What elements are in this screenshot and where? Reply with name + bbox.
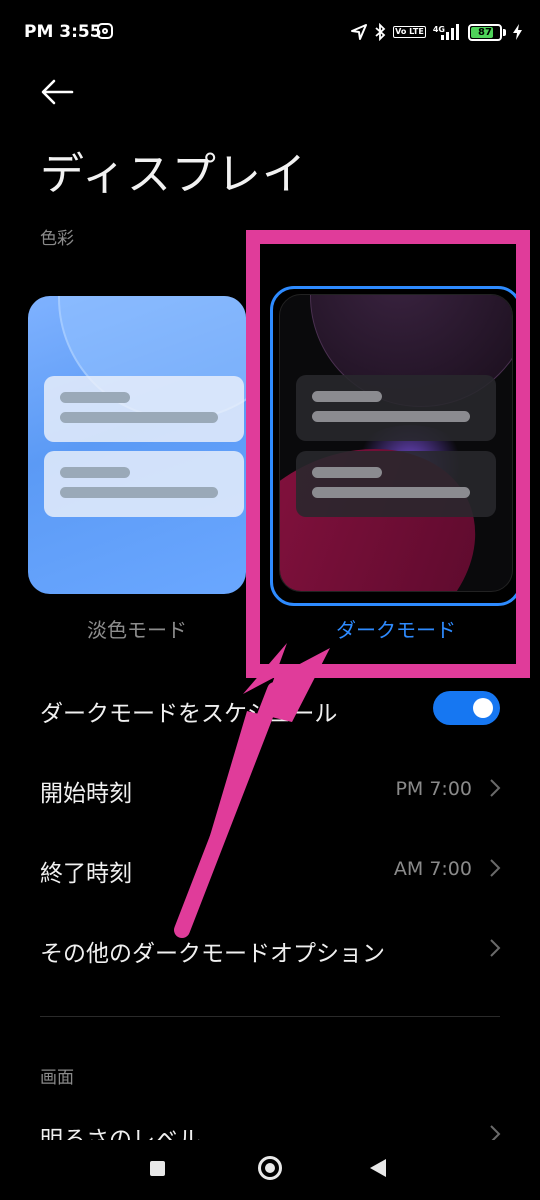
screen: PM 3:55 Vo LTE 4G 87 ディスプレイ 色彩 淡色モード ダーク… [0, 0, 540, 1200]
recents-icon[interactable] [150, 1161, 165, 1176]
navigation-bar [0, 1140, 540, 1200]
annotation-arrow-icon [174, 643, 330, 938]
back-triangle-icon[interactable] [370, 1159, 386, 1177]
home-icon[interactable] [258, 1156, 282, 1180]
